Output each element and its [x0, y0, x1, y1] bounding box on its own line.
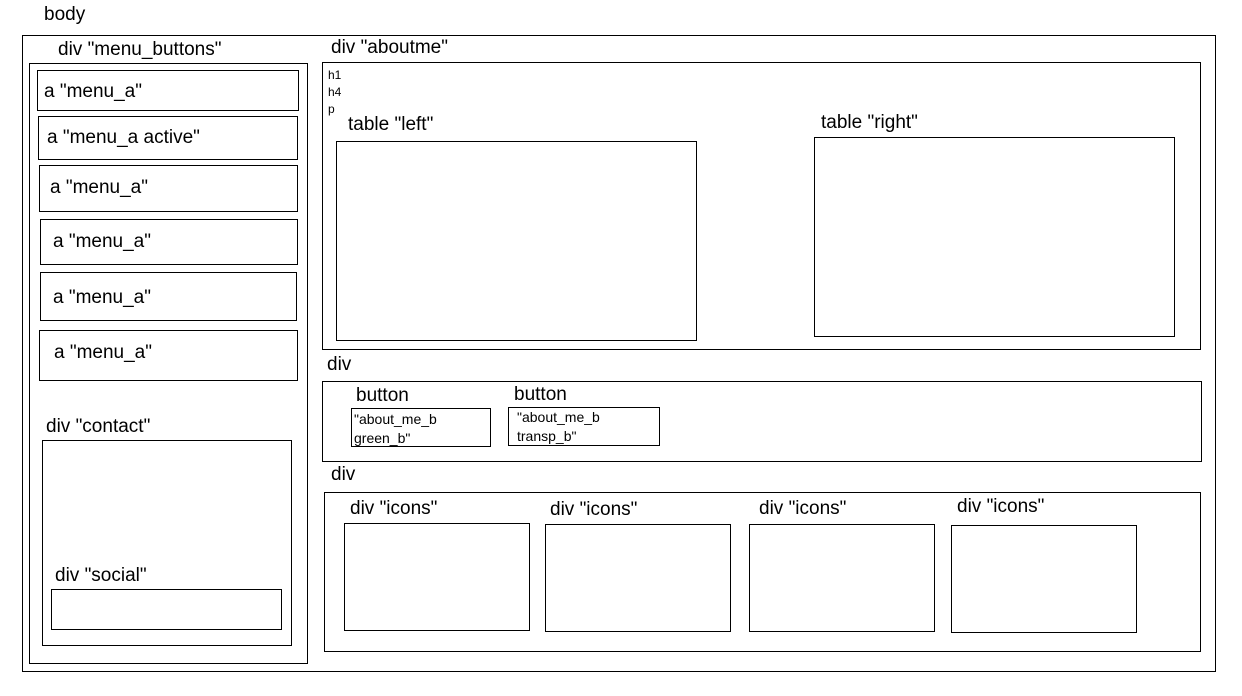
body-label: body: [44, 4, 86, 25]
menu-item-2-active[interactable]: a "menu_a active": [38, 116, 298, 160]
button-2-text-line2: transp_b": [517, 428, 577, 444]
menu-item-5[interactable]: a "menu_a": [40, 272, 297, 321]
menu-item-label: a "menu_a": [54, 342, 152, 363]
table-left-box: [336, 141, 697, 341]
button-1-text-line1: "about_me_b: [354, 411, 437, 427]
button-2-label: button: [514, 384, 567, 405]
menu-item-1[interactable]: a "menu_a": [37, 70, 299, 111]
icons-1-label: div "icons": [350, 498, 438, 519]
icons-2-box: [545, 524, 731, 632]
button-1-label: button: [356, 385, 409, 406]
icons-1-box: [344, 523, 530, 631]
menu-item-4[interactable]: a "menu_a": [40, 219, 298, 265]
h4-label: h4: [328, 85, 342, 99]
contact-label: div "contact": [46, 416, 151, 437]
h1-label: h1: [328, 68, 342, 82]
table-left-label: table "left": [348, 114, 434, 135]
icons-3-label: div "icons": [759, 498, 847, 519]
icons-section-label: div: [331, 464, 356, 485]
menu-item-label: a "menu_a": [53, 287, 151, 308]
icons-4-box: [951, 525, 1137, 633]
icons-2-label: div "icons": [550, 499, 638, 520]
p-label: p: [328, 102, 335, 116]
menu-item-label: a "menu_a": [44, 81, 142, 102]
about-me-transp-button[interactable]: "about_me_b transp_b": [508, 407, 660, 446]
buttons-div-label: div: [327, 354, 352, 375]
menu-item-label: a "menu_a": [50, 177, 148, 198]
social-label: div "social": [55, 565, 147, 586]
menu-item-label: a "menu_a active": [47, 127, 200, 148]
button-2-text-line1: "about_me_b: [517, 409, 600, 425]
menu-item-6[interactable]: a "menu_a": [39, 330, 298, 381]
social-box: [51, 589, 282, 630]
table-right-label: table "right": [821, 112, 918, 133]
about-me-green-button[interactable]: "about_me_b green_b": [351, 408, 491, 447]
icons-3-box: [749, 524, 935, 632]
menu-item-3[interactable]: a "menu_a": [39, 165, 298, 212]
aboutme-label: div "aboutme": [331, 37, 448, 58]
menu-item-label: a "menu_a": [53, 231, 151, 252]
button-1-text-line2: green_b": [354, 430, 411, 446]
table-right-box: [814, 137, 1175, 337]
menu-buttons-label: div "menu_buttons": [58, 39, 222, 60]
icons-4-label: div "icons": [957, 496, 1045, 517]
